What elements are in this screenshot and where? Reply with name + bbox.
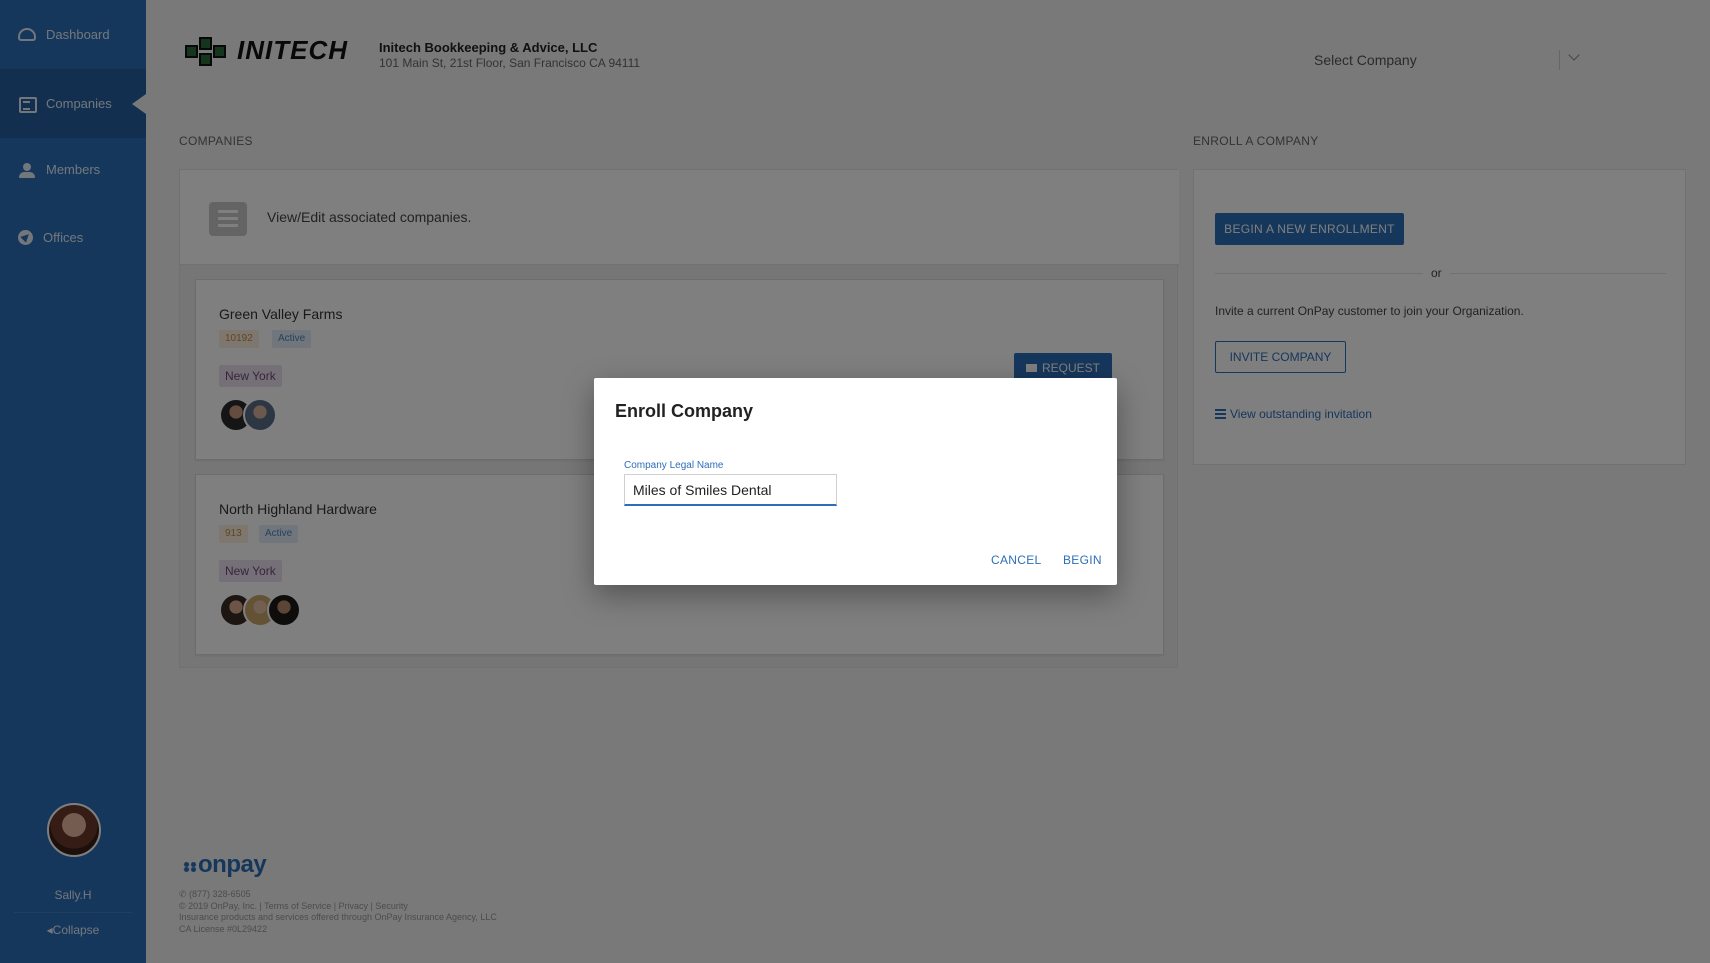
dialog-title: Enroll Company xyxy=(615,401,754,421)
enroll-company-dialog: Enroll Company Company Legal Name CANCEL… xyxy=(594,378,1117,585)
cancel-button[interactable]: CANCEL xyxy=(991,553,1041,567)
field-label: Company Legal Name xyxy=(624,460,724,471)
company-legal-name-input[interactable] xyxy=(624,474,837,506)
begin-button[interactable]: BEGIN xyxy=(1063,553,1102,567)
